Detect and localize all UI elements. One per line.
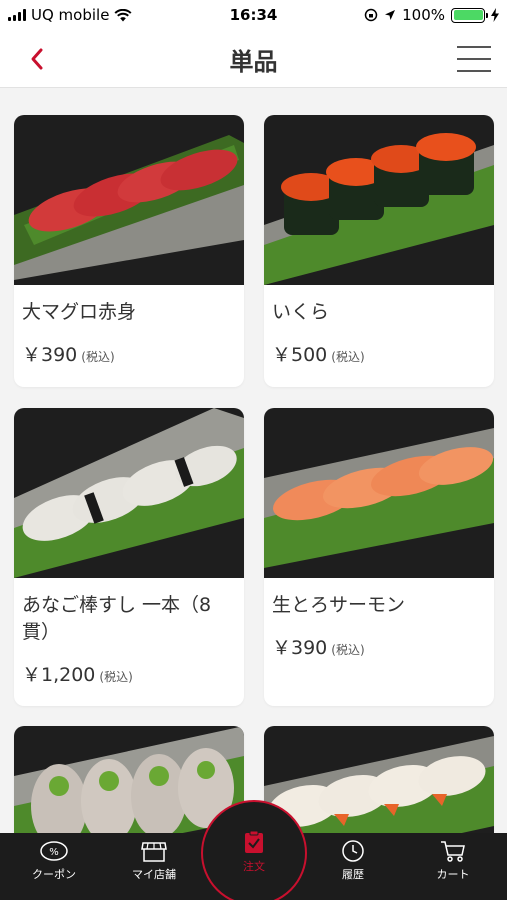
product-card-partial-right[interactable] <box>264 726 494 833</box>
clock-icon <box>342 840 364 862</box>
location-icon <box>385 9 396 20</box>
product-name: あなご棒すし 一本（8貫） <box>22 594 212 643</box>
tab-history[interactable]: 履歴 <box>313 839 393 895</box>
svg-text:%: % <box>49 847 59 858</box>
nav-header: 単品 <box>0 30 507 88</box>
product-card-anago[interactable]: あなご棒すし 一本（8貫） ￥1,200 (税込) <box>14 408 244 706</box>
tab-order[interactable]: 注文 <box>201 800 307 900</box>
cart-icon <box>441 841 465 862</box>
order-icon <box>245 830 263 853</box>
product-name: 大マグロ赤身 <box>22 301 137 323</box>
product-card-partial-left[interactable] <box>14 726 244 833</box>
ebi-sushi-image <box>264 726 494 833</box>
tab-cart[interactable]: カート <box>413 839 493 895</box>
aji-sushi-image <box>14 726 244 833</box>
product-name: いくら <box>272 301 330 323</box>
tab-label: 履歴 <box>342 868 364 881</box>
tab-label: カート <box>436 868 470 881</box>
battery-label: 100% <box>402 6 445 24</box>
anago-sushi-image <box>14 408 244 578</box>
product-grid: 大マグロ赤身 ￥390 (税込) いくら ￥500 (税込) あなご棒すし 一本… <box>0 88 507 833</box>
product-card-ikura[interactable]: いくら ￥500 (税込) <box>264 115 494 387</box>
store-icon <box>141 842 167 862</box>
battery-icon <box>451 7 488 23</box>
tab-coupon[interactable]: % クーポン <box>14 839 94 895</box>
product-price: ￥1,200 (税込) <box>22 664 133 686</box>
ikura-sushi-image <box>264 115 494 285</box>
product-price: ￥390 (税込) <box>22 344 115 366</box>
coupon-icon: % <box>40 841 68 861</box>
status-right: 100% <box>364 6 499 24</box>
hamburger-icon <box>457 46 491 48</box>
product-card-salmon[interactable]: 生とろサーモン ￥390 (税込) <box>264 408 494 706</box>
tab-label: 注文 <box>243 860 265 873</box>
tab-my-store[interactable]: マイ店舗 <box>114 839 194 895</box>
menu-button[interactable] <box>457 44 491 74</box>
product-card-tuna[interactable]: 大マグロ赤身 ￥390 (税込) <box>14 115 244 387</box>
orientation-lock-icon <box>364 8 378 22</box>
tuna-sushi-image <box>14 115 244 285</box>
tab-label: クーポン <box>32 868 76 881</box>
page-title: 単品 <box>229 48 278 76</box>
product-price: ￥500 (税込) <box>272 344 365 366</box>
status-bar: UQ mobile 16:34 100% <box>0 0 507 30</box>
charging-icon <box>491 8 499 22</box>
tab-label: マイ店舗 <box>132 868 176 881</box>
product-name: 生とろサーモン <box>272 594 406 616</box>
salmon-sushi-image <box>264 408 494 578</box>
product-price: ￥390 (税込) <box>272 637 365 659</box>
